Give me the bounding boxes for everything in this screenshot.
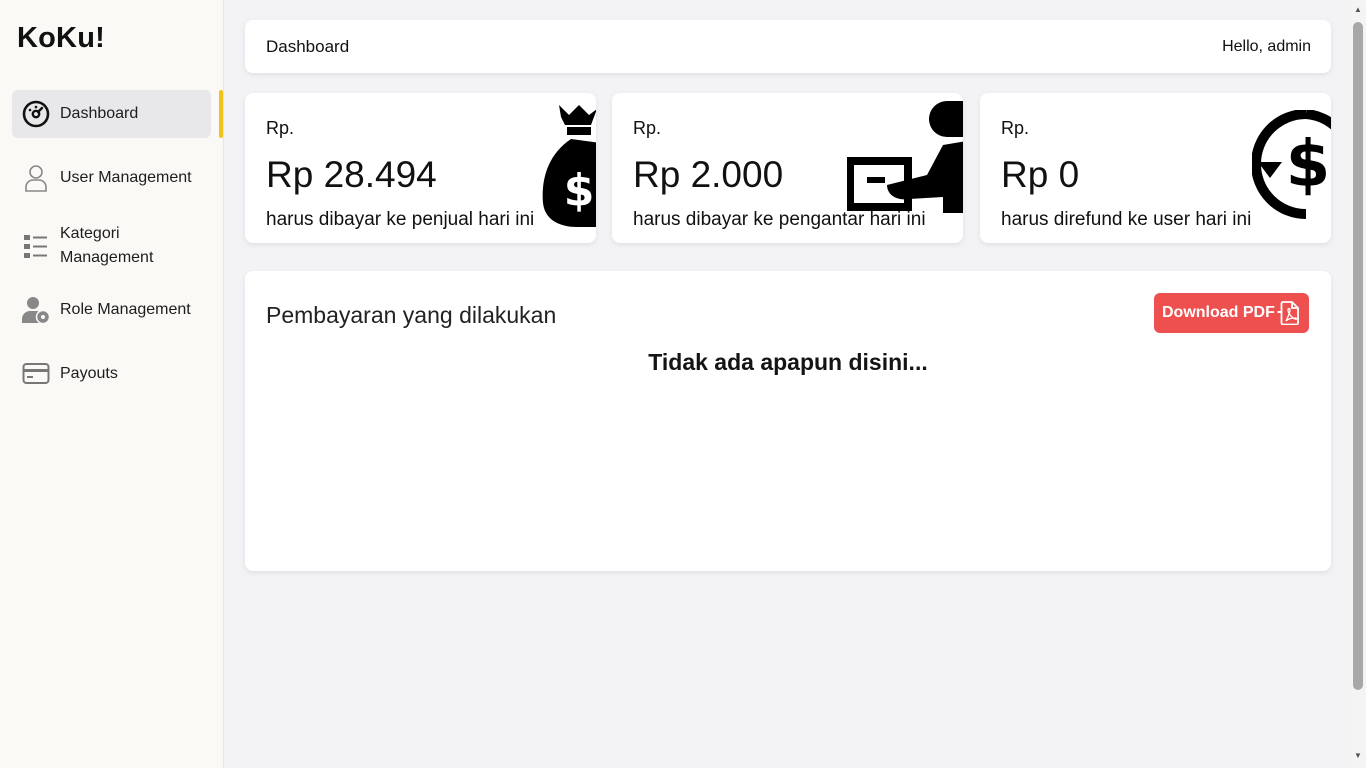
pdf-file-icon [1277, 301, 1299, 330]
header-bar: Dashboard Hello, admin [245, 20, 1331, 73]
money-bag-icon: $ [541, 103, 596, 233]
sidebar-item-label: User Management [60, 169, 192, 186]
card-currency: Rp. [266, 118, 295, 138]
sidebar-item-kategori-management[interactable]: Kategori Management [12, 218, 211, 274]
card-currency: Rp. [1001, 118, 1030, 138]
card-amount: Rp 28.494 [266, 154, 437, 195]
summary-card-refund: $ Rp. Rp 0 harus direfund ke user hari i… [980, 93, 1331, 243]
sidebar-nav: Dashboard User Management Kategori Manag… [0, 90, 224, 414]
card-amount: Rp 0 [1001, 154, 1080, 195]
sidebar-item-label: Dashboard [60, 105, 139, 122]
summary-card-seller: $ Rp. Rp 28.494 harus dibayar ke penjual… [245, 93, 596, 243]
courier-package-icon [846, 101, 963, 218]
card-currency: Rp. [633, 118, 662, 138]
svg-text:$: $ [564, 165, 595, 216]
scrollbar-thumb[interactable] [1353, 22, 1363, 690]
brand-logo: KoKu! [17, 22, 105, 54]
sidebar-item-label: Role Management [60, 301, 191, 318]
sidebar-item-label: Kategori Management [60, 225, 154, 266]
sidebar-item-dashboard[interactable]: Dashboard [12, 90, 211, 138]
sidebar-item-role-management[interactable]: Role Management [12, 286, 211, 334]
summary-card-courier: Rp. Rp 2.000 harus dibayar ke pengantar … [612, 93, 963, 243]
card-description: harus direfund ke user hari ini [1001, 209, 1252, 230]
payments-title: Pembayaran yang dilakukan [266, 302, 557, 328]
card-description: harus dibayar ke penjual hari ini [266, 209, 535, 230]
page-title: Dashboard [266, 37, 350, 56]
credit-card-icon [12, 362, 60, 386]
sidebar-item-user-management[interactable]: User Management [12, 154, 211, 202]
scroll-down-arrow-icon[interactable]: ▼ [1354, 752, 1362, 760]
refund-dollar-icon: $ [1251, 109, 1331, 225]
card-description: harus dibayar ke pengantar hari ini [633, 209, 926, 230]
speedometer-icon [12, 100, 60, 128]
card-amount: Rp 2.000 [633, 154, 784, 195]
active-indicator [219, 90, 223, 138]
page-scrollbar[interactable]: ▲ ▼ [1350, 0, 1366, 768]
payments-panel: Pembayaran yang dilakukan Download PDF T… [245, 271, 1331, 571]
svg-text:$: $ [1286, 128, 1331, 202]
list-icon [12, 232, 60, 260]
sidebar-item-payouts[interactable]: Payouts [12, 350, 211, 398]
download-pdf-button[interactable]: Download PDF [1154, 293, 1309, 333]
user-greeting: Hello, admin [1222, 38, 1311, 55]
download-pdf-label: Download PDF [1162, 304, 1275, 321]
sidebar-item-label: Payouts [60, 365, 118, 382]
empty-state-text: Tidak ada apapun disini... [648, 349, 928, 375]
user-icon [12, 164, 60, 192]
sidebar: KoKu! Dashboard User Management Kategori… [0, 0, 224, 768]
scroll-up-arrow-icon[interactable]: ▲ [1354, 6, 1362, 14]
user-cog-icon [12, 295, 60, 325]
